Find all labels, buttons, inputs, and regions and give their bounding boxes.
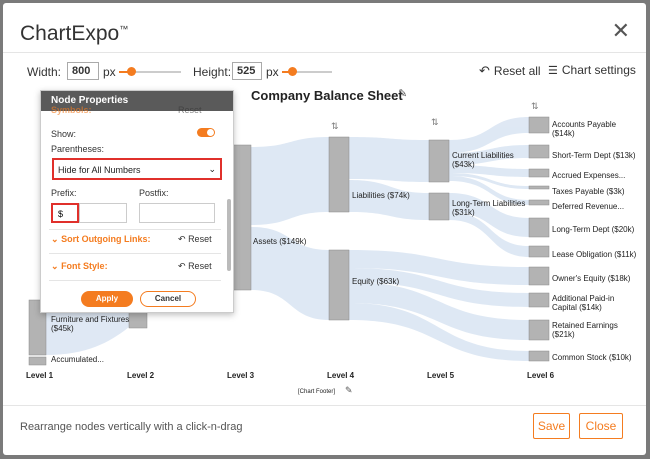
label-equity: Equity ($63k) bbox=[352, 277, 400, 286]
node-taxes bbox=[528, 185, 550, 190]
node-owner bbox=[528, 266, 550, 286]
close-button[interactable]: Close bbox=[579, 413, 623, 439]
parentheses-select[interactable]: Hide for All Numbers ⌄ bbox=[52, 158, 222, 180]
level-label-5: Level 5 bbox=[427, 371, 455, 380]
apply-button[interactable]: Apply bbox=[81, 291, 133, 307]
hint-text: Rearrange nodes vertically with a click-… bbox=[20, 421, 243, 433]
height-input[interactable]: 525 bbox=[232, 62, 262, 80]
width-slider[interactable] bbox=[119, 67, 181, 76]
label-re: Retained Earnings ($21k) bbox=[552, 321, 618, 339]
prefix-input[interactable]: $ bbox=[51, 203, 79, 223]
close-icon[interactable]: ✕ bbox=[612, 20, 630, 42]
chart-settings-button[interactable]: ☰ Chart settings bbox=[548, 63, 636, 77]
width-unit: px bbox=[103, 65, 116, 79]
symbols-reset[interactable]: Reset bbox=[178, 105, 202, 115]
label-lt-liabilities: Long-Term Liabilities ($31k) bbox=[452, 199, 526, 217]
label-apic: Additional Paid-in Capital ($14k) bbox=[552, 294, 615, 312]
postfix-label: Postfix: bbox=[139, 188, 169, 198]
node-cs bbox=[528, 350, 550, 362]
link-l3-liab bbox=[251, 137, 329, 225]
move-arrows-icon[interactable]: ⇅ bbox=[531, 101, 539, 112]
node-current-liabilities bbox=[428, 139, 450, 183]
divider-top bbox=[3, 52, 646, 53]
postfix-input[interactable] bbox=[139, 203, 215, 223]
label-accounts-payable: Accounts Payable ($14k) bbox=[552, 120, 617, 138]
label-current-liabilities: Current Liabilities ($43k) bbox=[452, 151, 514, 169]
prefix-input-ext[interactable] bbox=[79, 203, 127, 223]
label-deferred: Deferred Revenue... bbox=[552, 202, 625, 211]
label-furniture: Furniture and Fixtures ($45k) bbox=[51, 315, 130, 333]
symbols-section[interactable]: Symbols: bbox=[51, 105, 92, 115]
sliders-icon: ☰ bbox=[548, 64, 558, 77]
move-arrows-icon[interactable]: ⇅ bbox=[331, 121, 339, 132]
sort-links-section[interactable]: ⌄ Sort Outgoing Links: bbox=[51, 234, 151, 245]
panel-scrollbar[interactable] bbox=[227, 199, 231, 271]
node-deferred bbox=[528, 199, 550, 206]
level-label-6: Level 6 bbox=[527, 371, 555, 380]
node-liabilities bbox=[328, 136, 350, 213]
height-unit: px bbox=[266, 65, 279, 79]
node-properties-panel: Node Properties Symbols: Reset Show: Par… bbox=[40, 90, 234, 313]
edit-title-icon[interactable]: ✎ bbox=[398, 87, 407, 100]
chevron-down-icon: ⌄ bbox=[51, 234, 59, 244]
node-lease bbox=[528, 245, 550, 258]
parentheses-label: Parentheses: bbox=[51, 144, 105, 154]
label-accumulated: Accumulated... bbox=[51, 355, 104, 364]
label-assets: Assets ($149k) bbox=[253, 237, 307, 246]
chevron-down-icon: ⌄ bbox=[51, 261, 59, 271]
width-slider-knob[interactable] bbox=[127, 67, 136, 76]
node-ltd bbox=[528, 217, 550, 238]
node-accrued bbox=[528, 168, 550, 178]
label-ltd: Long-Term Dept ($20k) bbox=[552, 225, 635, 234]
node-equity bbox=[328, 249, 350, 321]
undo-icon: ↶ bbox=[178, 234, 186, 244]
node-apic bbox=[528, 292, 550, 308]
chartexpo-dialog: ChartExpo™ ✕ Width: 800 px Height: 525 p… bbox=[3, 3, 646, 455]
label-cs: Common Stock ($10k) bbox=[552, 353, 632, 362]
node-ap bbox=[528, 116, 550, 134]
chart-title[interactable]: Company Balance Sheet bbox=[251, 88, 403, 103]
width-label: Width: bbox=[27, 65, 62, 79]
label-lease: Lease Obligation ($11k) bbox=[552, 250, 637, 259]
font-style-reset[interactable]: ↶ Reset bbox=[178, 261, 212, 272]
height-slider-knob[interactable] bbox=[288, 67, 297, 76]
node-std bbox=[528, 144, 550, 159]
divider-bottom bbox=[3, 405, 646, 406]
link-liab-ltl bbox=[349, 180, 429, 220]
sort-links-reset[interactable]: ↶ Reset bbox=[178, 234, 212, 245]
label-std: Short-Term Dept ($13k) bbox=[552, 151, 636, 160]
width-input[interactable]: 800 bbox=[67, 62, 99, 80]
node-re bbox=[528, 319, 550, 341]
link-liab-cl bbox=[349, 137, 429, 182]
node-assets bbox=[230, 144, 252, 291]
label-liabilities: Liabilities ($74k) bbox=[352, 191, 410, 200]
height-slider[interactable] bbox=[282, 67, 332, 76]
save-button[interactable]: Save bbox=[533, 413, 570, 439]
move-arrows-icon[interactable]: ⇅ bbox=[431, 117, 439, 128]
edit-footer-icon[interactable]: ✎ bbox=[345, 385, 353, 396]
show-toggle[interactable] bbox=[197, 128, 215, 137]
level-label-2: Level 2 bbox=[127, 371, 155, 380]
height-label: Height: bbox=[193, 65, 232, 79]
label-taxes: Taxes Payable ($3k) bbox=[552, 187, 625, 196]
dialog-title: ChartExpo™ bbox=[20, 22, 129, 45]
level-label-3: Level 3 bbox=[227, 371, 255, 380]
show-label: Show: bbox=[51, 129, 77, 139]
node-lt-liabilities bbox=[428, 192, 450, 221]
label-accrued: Accrued Expenses... bbox=[552, 171, 626, 180]
undo-icon: ↶ bbox=[178, 261, 186, 271]
label-owner: Owner's Equity ($18k) bbox=[552, 274, 631, 283]
cancel-button[interactable]: Cancel bbox=[140, 291, 196, 307]
node-level1-accum bbox=[28, 356, 47, 366]
level-label-4: Level 4 bbox=[327, 371, 355, 380]
chart-footer[interactable]: [Chart Footer] bbox=[298, 389, 335, 395]
font-style-section[interactable]: ⌄ Font Style: bbox=[51, 261, 108, 272]
level-label-1: Level 1 bbox=[26, 371, 54, 380]
prefix-label: Prefix: bbox=[51, 188, 77, 198]
chevron-down-icon: ⌄ bbox=[208, 164, 216, 174]
undo-icon: ↶ bbox=[479, 63, 490, 78]
reset-all-button[interactable]: ↶ Reset all bbox=[479, 63, 541, 79]
